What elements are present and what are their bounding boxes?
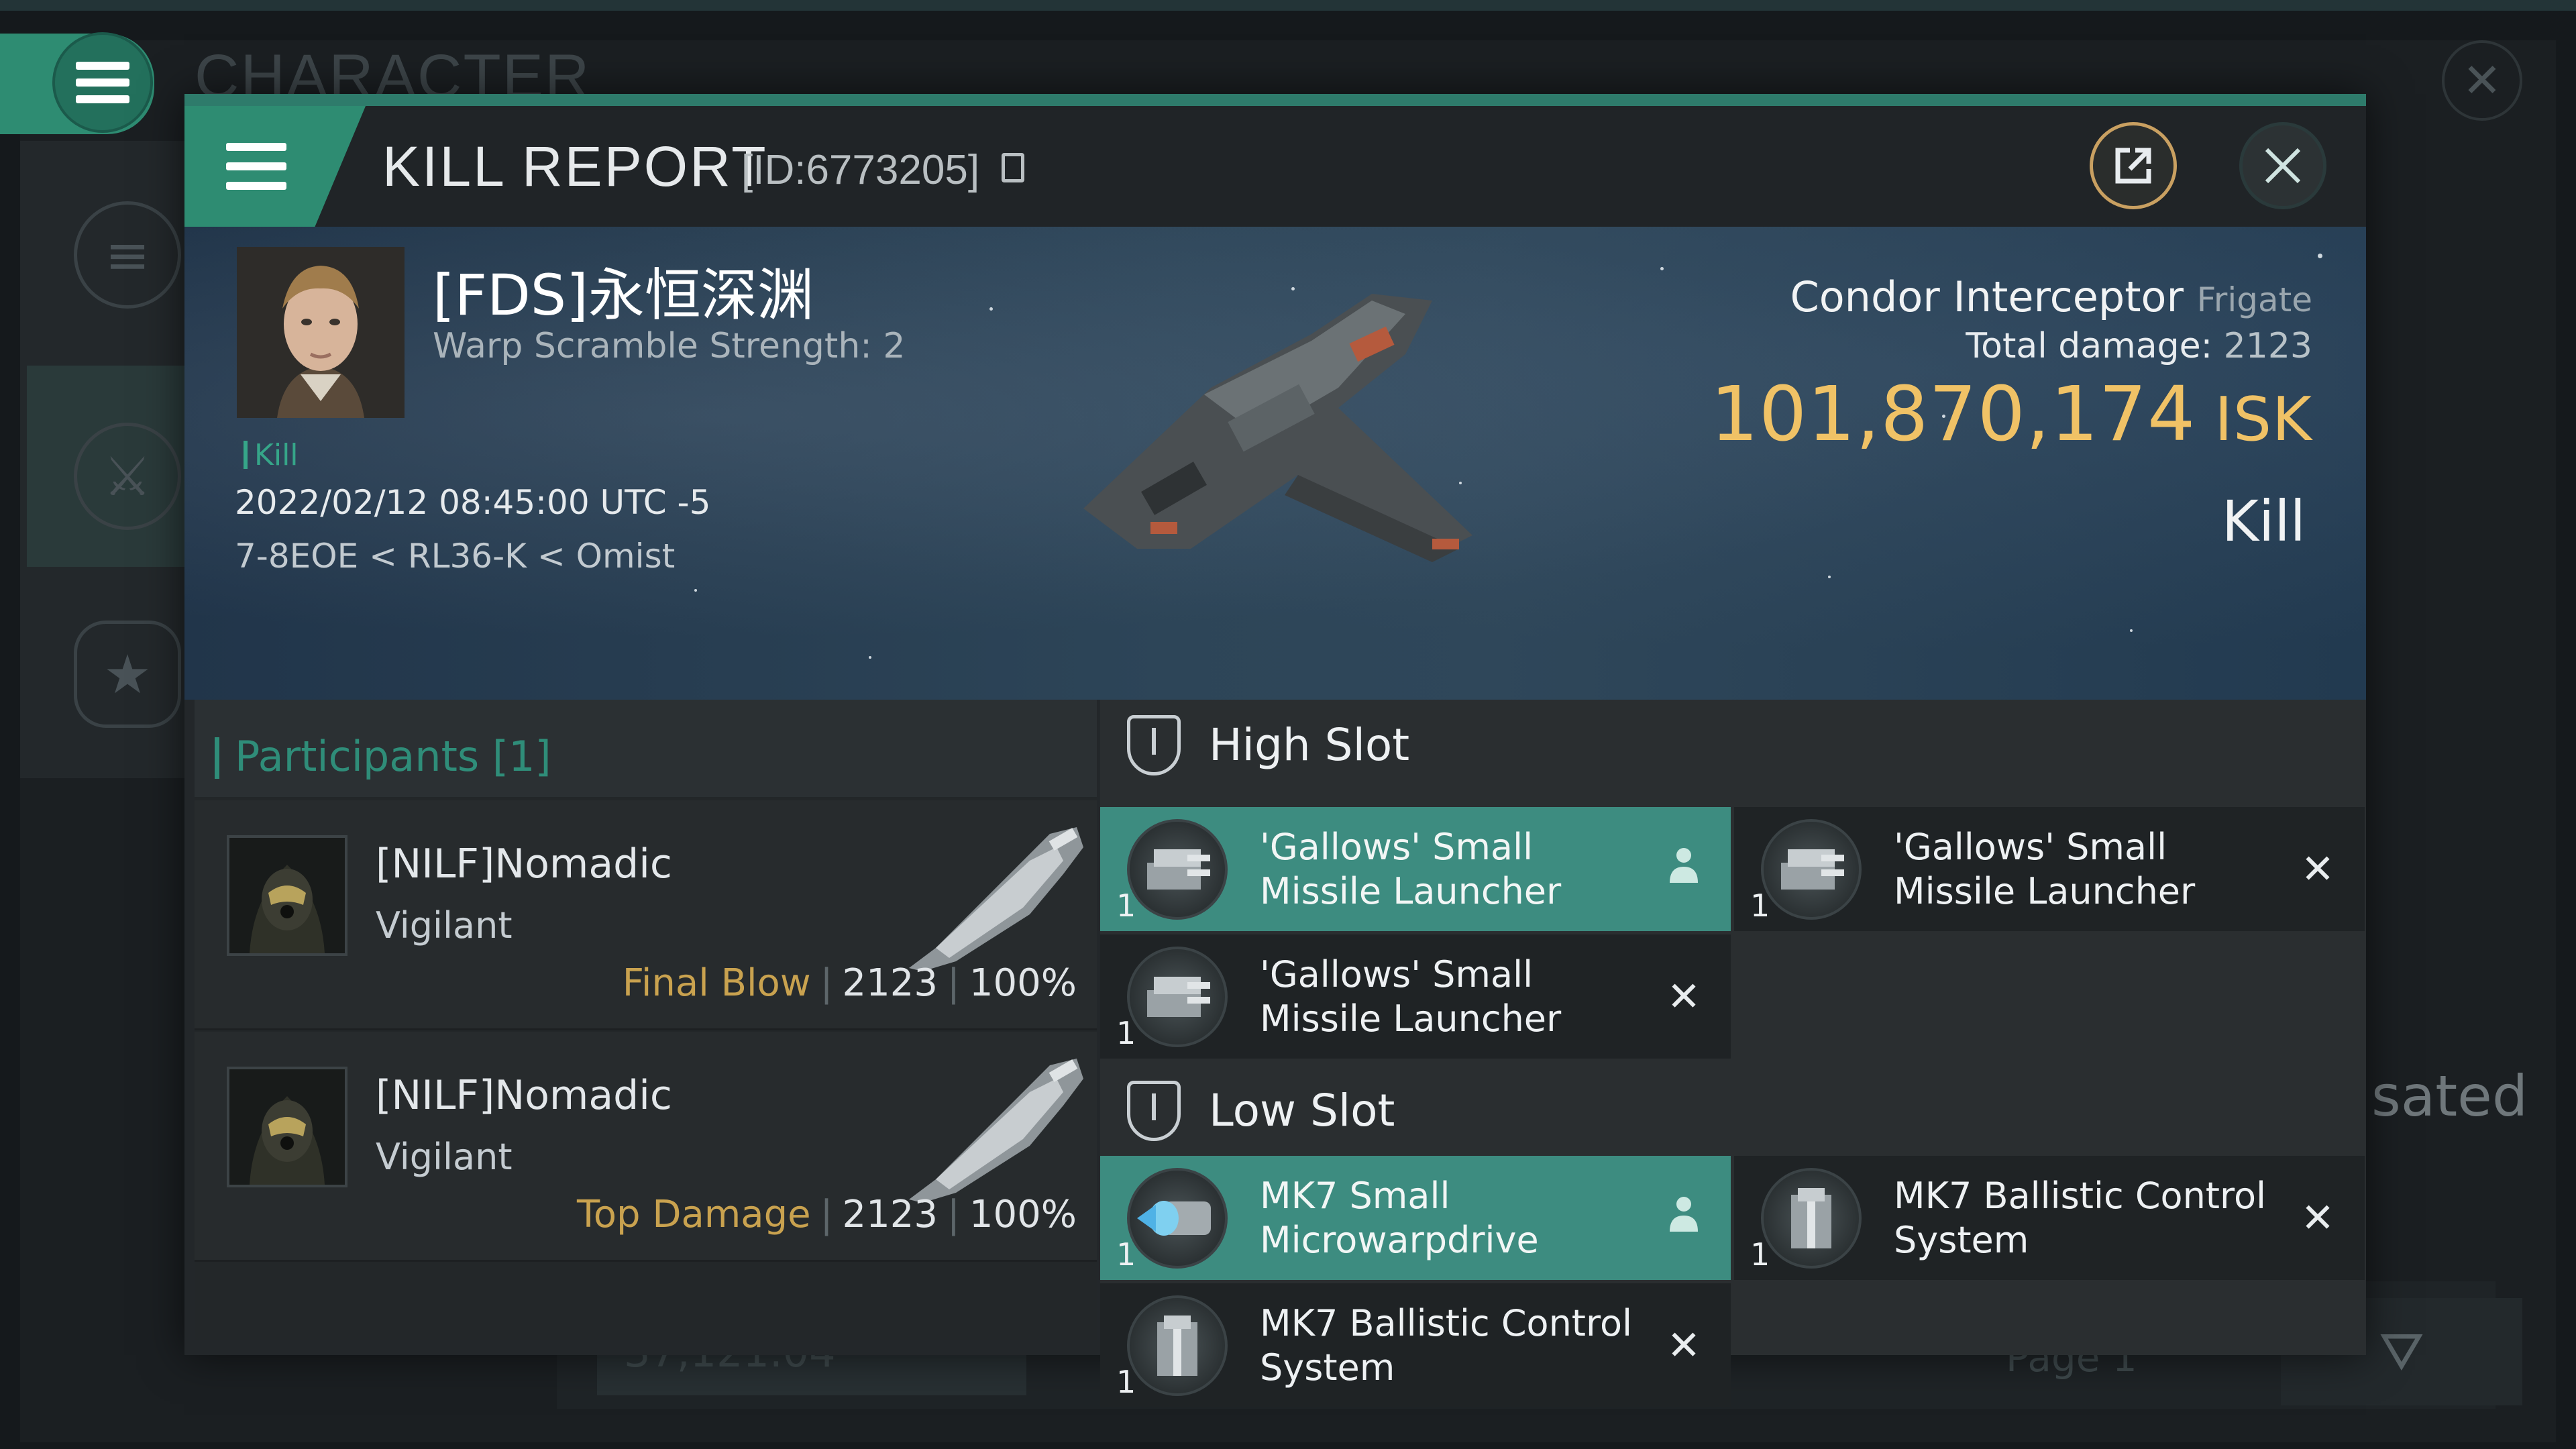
module-quantity: 1: [1116, 1236, 1136, 1273]
final-blow-label: Final Blow: [622, 961, 811, 1005]
participant-damage: 2123: [842, 961, 938, 1005]
isk-amount: 101,870,174: [1710, 371, 2196, 458]
top-damage-label: Top Damage: [577, 1193, 811, 1236]
participants-title: Participants [1]: [215, 732, 551, 781]
missile-launcher-icon: 1: [1750, 818, 1862, 924]
weapon-icon: [909, 1059, 1083, 1203]
hamburger-icon: [226, 143, 286, 190]
x-icon: ✕: [1666, 973, 1701, 1020]
total-damage-label: Total damage:: [1966, 326, 2213, 366]
kill-tag: Kill: [244, 438, 299, 472]
shield-slot-icon: [1127, 1080, 1181, 1141]
module-item[interactable]: 1 'Gallows' Small Missile Launcher: [1100, 807, 1731, 931]
participants-header: Participants [1]: [195, 700, 1097, 797]
ballistic-control-icon: 1: [1116, 1295, 1228, 1400]
close-button[interactable]: [2239, 122, 2326, 209]
participant-ship: Vigilant: [376, 1136, 513, 1178]
missile-launcher-icon: 1: [1116, 818, 1228, 924]
background-menu-icon[interactable]: [52, 32, 153, 133]
total-damage: Total damage: 2123: [1966, 326, 2312, 366]
close-icon: [2265, 148, 2301, 184]
x-icon: ✕: [2300, 1194, 2335, 1242]
module-name: MK7 Ballistic Control System: [1894, 1174, 2267, 1261]
kill-datetime: 2022/02/12 08:45:00 UTC -5: [235, 483, 711, 522]
fitting-panel: High Slot 1 'Gallows' Small Missile Laun…: [1100, 700, 2366, 1407]
participant-stats: Top Damage | 2123 | 100%: [577, 1193, 1077, 1236]
background-combat-icon[interactable]: ⚔: [74, 423, 181, 530]
high-slot-title: High Slot: [1209, 719, 1410, 771]
participants-panel: Participants [1] [NILF]Nomadic Vigilant …: [195, 700, 1097, 1340]
report-id: [ID:6773205]: [741, 147, 980, 193]
share-button[interactable]: [2090, 122, 2177, 209]
module-quantity: 1: [1750, 1236, 1770, 1273]
kill-result: Kill: [2221, 488, 2306, 554]
isk-value: 101,870,174 ISK: [1711, 371, 2312, 458]
high-slot-header: High Slot: [1100, 700, 2366, 790]
participant-name[interactable]: [NILF]Nomadic: [376, 1072, 672, 1119]
participant-percent: 100%: [969, 1193, 1077, 1236]
ballistic-control-icon: 1: [1750, 1167, 1862, 1273]
kill-location[interactable]: 7-8EOE < RL36-K < Omist: [235, 537, 675, 576]
share-icon: [2115, 148, 2151, 184]
module-name: 'Gallows' Small Missile Launcher: [1894, 825, 2196, 912]
kill-report-modal: KILL REPORT [ID:6773205] [FDS]永恒深渊 Warp …: [184, 94, 2366, 1407]
background-status-text: sated: [2371, 1063, 2528, 1129]
module-item[interactable]: 1 'Gallows' Small Missile Launcher ✕: [1100, 934, 1731, 1059]
module-quantity: 1: [1750, 887, 1770, 924]
participant-row[interactable]: [NILF]Nomadic Vigilant Final Blow | 2123 | 1…: [195, 800, 1097, 1030]
participant-percent: 100%: [969, 961, 1077, 1005]
background-top-strip: [0, 0, 2576, 11]
microwarpdrive-icon: 1: [1116, 1167, 1228, 1273]
background-star-icon[interactable]: ★: [74, 621, 181, 728]
participant-avatar: [227, 835, 347, 956]
isk-currency: ISK: [2214, 384, 2312, 455]
module-quantity: 1: [1116, 1363, 1136, 1400]
ship-name[interactable]: Condor Interceptor Frigate: [1790, 272, 2312, 321]
module-item[interactable]: 1 MK7 Small Microwarpdrive: [1100, 1156, 1731, 1280]
background-list-icon[interactable]: ≡: [74, 201, 181, 309]
participant-avatar: [227, 1067, 347, 1187]
module-name: MK7 Ballistic Control System: [1260, 1301, 1633, 1389]
participant-name[interactable]: [NILF]Nomadic: [376, 841, 672, 888]
ship-type: Condor Interceptor: [1790, 272, 2184, 321]
weapon-icon: [909, 827, 1083, 971]
participant-row[interactable]: [NILF]Nomadic Vigilant Top Damage | 2123 | 1…: [195, 1032, 1097, 1262]
module-name: 'Gallows' Small Missile Launcher: [1260, 825, 1562, 912]
x-icon: ✕: [1666, 1322, 1701, 1369]
module-quantity: 1: [1116, 1014, 1136, 1051]
module-item[interactable]: 1 MK7 Ballistic Control System ✕: [1100, 1283, 1731, 1407]
copy-icon[interactable]: [1002, 153, 1024, 182]
low-slot-header: Low Slot: [1100, 1065, 2366, 1156]
person-icon: [1664, 1194, 1704, 1242]
victim-banner: [FDS]永恒深渊 Warp Scramble Strength: 2 Kill…: [184, 227, 2366, 700]
modal-accent-line: [184, 94, 2366, 106]
module-name: MK7 Small Microwarpdrive: [1260, 1174, 1539, 1261]
victim-name[interactable]: [FDS]永恒深渊: [433, 250, 814, 331]
victim-portrait[interactable]: [237, 247, 405, 418]
page-title: KILL REPORT: [382, 135, 768, 198]
missile-launcher-icon: 1: [1116, 946, 1228, 1051]
ship-class: Frigate: [2196, 280, 2312, 319]
module-quantity: 1: [1116, 887, 1136, 924]
warp-scramble-strength: Warp Scramble Strength: 2: [433, 326, 906, 366]
ship-image: [1083, 294, 1472, 562]
person-icon: [1664, 845, 1704, 893]
x-icon: ✕: [2300, 845, 2335, 893]
module-item[interactable]: 1 'Gallows' Small Missile Launcher ✕: [1734, 807, 2365, 931]
participant-damage: 2123: [842, 1193, 938, 1236]
background-close-icon[interactable]: ✕: [2442, 40, 2522, 121]
module-item[interactable]: 1 MK7 Ballistic Control System ✕: [1734, 1156, 2365, 1280]
module-name: 'Gallows' Small Missile Launcher: [1260, 953, 1562, 1040]
participant-ship: Vigilant: [376, 904, 513, 947]
low-slot-title: Low Slot: [1209, 1085, 1395, 1136]
total-damage-value: 2123: [2223, 326, 2312, 366]
participant-stats: Final Blow | 2123 | 100%: [622, 961, 1077, 1005]
shield-slot-icon: [1127, 714, 1181, 775]
